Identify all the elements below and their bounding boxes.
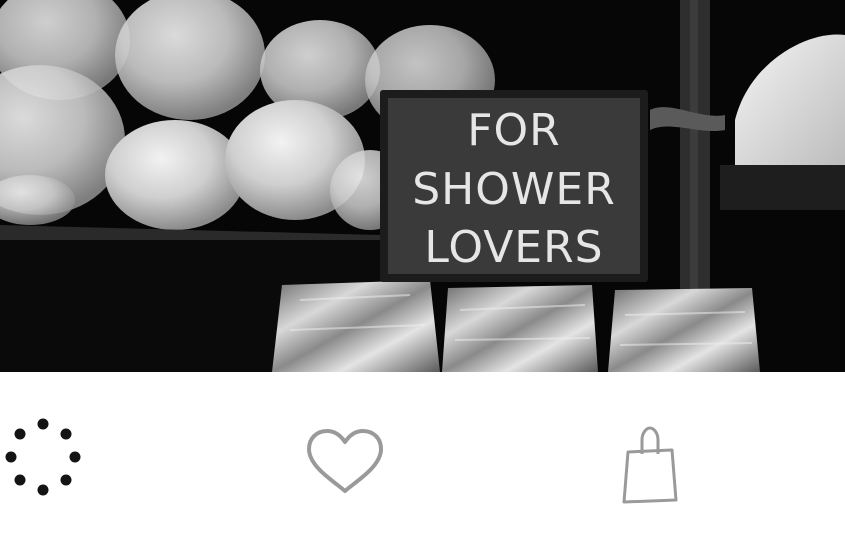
sign-line-1: FOR [467, 105, 561, 156]
hero-image: FOR SHOWER LOVERS [0, 0, 845, 372]
product-screen: FOR SHOWER LOVERS [0, 0, 845, 560]
sign-line-3: LOVERS [424, 222, 603, 273]
loading-spinner [0, 417, 86, 507]
sign-line-2: SHOWER [412, 164, 616, 215]
shopping-bag-icon [622, 426, 678, 504]
heart-outline-icon [307, 429, 383, 493]
spinner-dots-icon [5, 418, 81, 496]
wrapped-soaps-graphic [272, 280, 760, 372]
favorite-button[interactable] [300, 422, 390, 502]
chalkboard-sign: FOR SHOWER LOVERS [380, 90, 648, 282]
shop-button[interactable] [612, 420, 688, 510]
action-bar [0, 372, 845, 560]
